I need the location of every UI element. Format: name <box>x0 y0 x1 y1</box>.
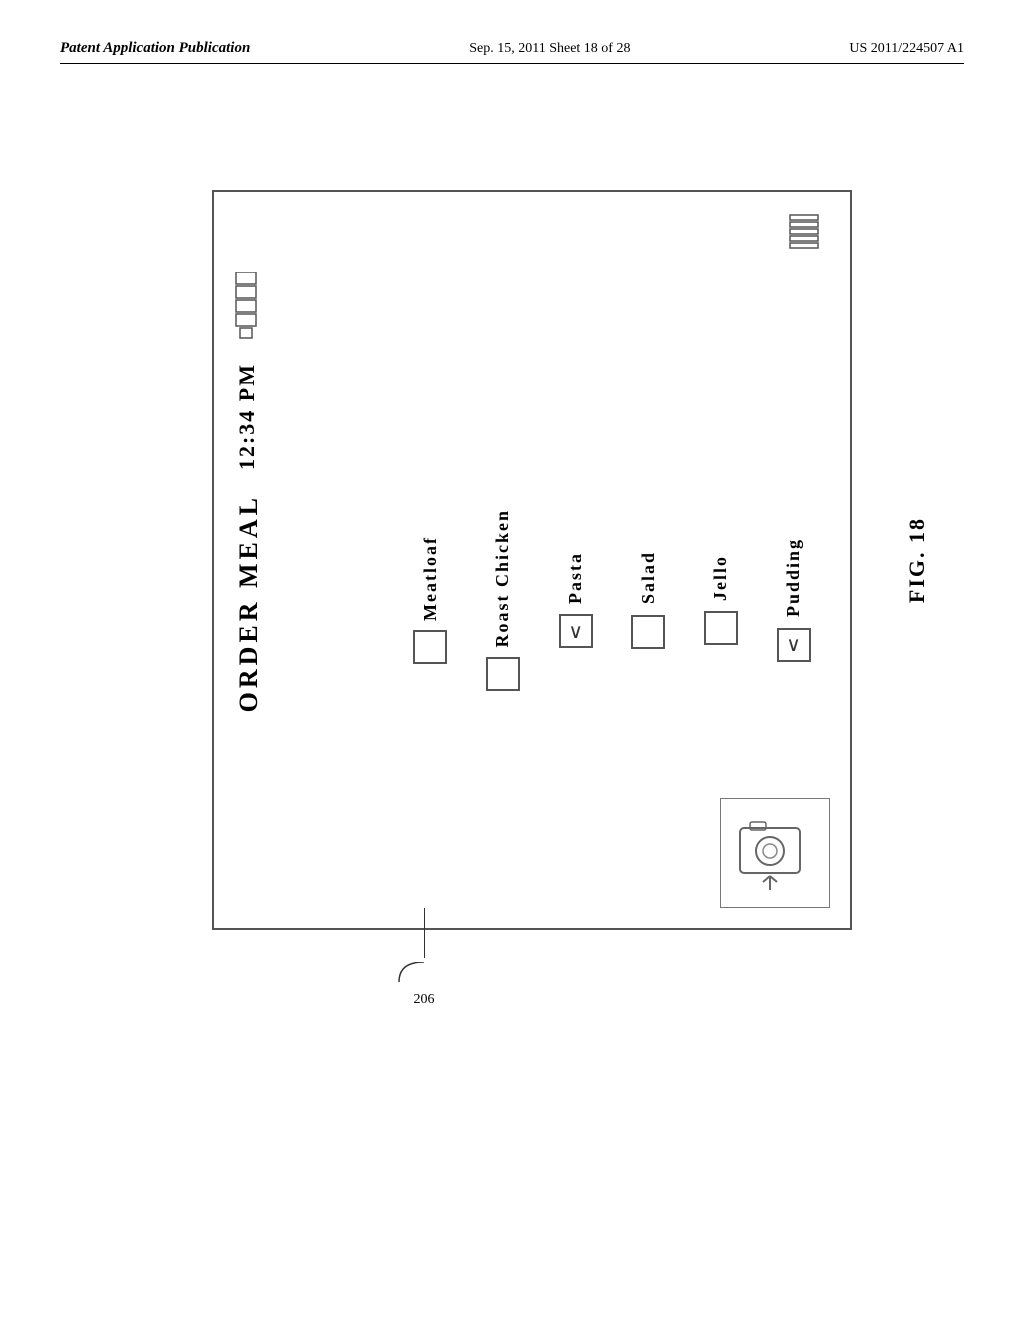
sheet-info: Sep. 15, 2011 Sheet 18 of 28 <box>469 41 630 57</box>
menu-item-roast-chicken[interactable]: Roast Chicken <box>486 509 520 692</box>
menu-item-salad[interactable]: Salad <box>631 551 665 648</box>
order-meal-label: ORDER MEAL <box>234 494 264 712</box>
jello-checkbox[interactable] <box>704 611 738 645</box>
meatloaf-checkbox[interactable] <box>413 630 447 664</box>
page-header: Patent Application Publication Sep. 15, … <box>60 40 964 64</box>
menu-item-pudding[interactable]: Pudding ∨ <box>777 538 811 661</box>
salad-label: Salad <box>638 551 659 604</box>
pudding-label: Pudding <box>783 538 804 617</box>
reference-206: 206 <box>394 908 454 1008</box>
fig-label: FIG. 18 <box>904 517 930 603</box>
left-column: 12:34 PM ORDER MEAL <box>234 272 394 712</box>
salad-checkbox[interactable] <box>631 615 665 649</box>
pudding-check-mark: ∨ <box>786 632 801 657</box>
camera-area <box>720 798 830 908</box>
menu-item-jello[interactable]: Jello <box>704 555 738 645</box>
pudding-checkbox[interactable]: ∨ <box>777 628 811 662</box>
ref-206-number: 206 <box>414 992 435 1008</box>
device-icon <box>234 272 284 347</box>
pasta-label: Pasta <box>565 552 586 604</box>
pasta-check-mark: ∨ <box>568 619 583 644</box>
device-screen: 12:34 PM ORDER MEAL Meatloaf Roast Chick… <box>212 190 852 930</box>
status-bar <box>234 212 830 252</box>
jello-label: Jello <box>710 555 731 601</box>
time-display: 12:34 PM <box>234 363 260 470</box>
meatloaf-label: Meatloaf <box>420 536 441 621</box>
roast-chicken-label: Roast Chicken <box>492 509 513 648</box>
battery-icon <box>780 212 830 252</box>
menu-item-meatloaf[interactable]: Meatloaf <box>413 536 447 665</box>
patent-number: US 2011/224507 A1 <box>849 41 964 57</box>
publication-title: Patent Application Publication <box>60 40 250 57</box>
diagram-container: 12:34 PM ORDER MEAL Meatloaf Roast Chick… <box>60 130 964 1240</box>
pasta-checkbox[interactable]: ∨ <box>559 614 593 648</box>
roast-chicken-checkbox[interactable] <box>486 657 520 691</box>
menu-item-pasta[interactable]: Pasta ∨ <box>559 552 593 648</box>
